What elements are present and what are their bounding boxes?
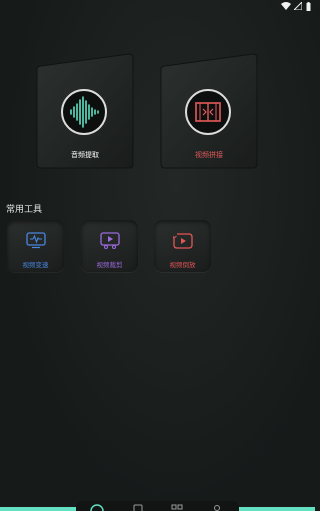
video-icon[interactable] <box>131 503 145 511</box>
home-icon[interactable] <box>90 503 104 511</box>
video-crop-tool[interactable]: 视频裁剪 <box>81 220 138 272</box>
reverse-play-icon <box>173 233 193 249</box>
video-splice-card[interactable]: 视频拼接 <box>159 52 259 170</box>
video-speed-label: 视频变速 <box>22 261 49 269</box>
bottom-nav <box>0 501 315 511</box>
audio-extract-label: 音频提取 <box>71 151 99 159</box>
signal-icon <box>294 2 302 10</box>
video-crop-label: 视频裁剪 <box>96 261 123 269</box>
audio-wave-icon <box>61 89 107 135</box>
video-splice-label: 视频拼接 <box>195 151 223 159</box>
speed-wave-icon <box>26 232 46 249</box>
film-strip-icon <box>185 89 231 135</box>
video-reverse-tool[interactable]: 视频倒放 <box>154 220 211 272</box>
scissors-video-icon <box>100 232 120 249</box>
apps-icon[interactable] <box>170 503 184 511</box>
status-bar <box>255 0 315 14</box>
video-reverse-label: 视频倒放 <box>169 261 196 269</box>
video-speed-tool[interactable]: 视频变速 <box>7 220 64 272</box>
wifi-icon <box>281 2 291 10</box>
battery-icon <box>306 2 311 11</box>
audio-extract-card[interactable]: 音频提取 <box>35 52 135 170</box>
profile-icon[interactable] <box>210 503 224 511</box>
section-title: 常用工具 <box>6 205 43 215</box>
